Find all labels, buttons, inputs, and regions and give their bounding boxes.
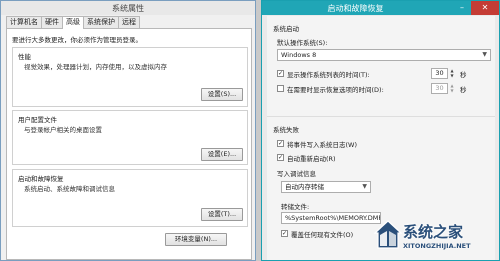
system-failure-heading: 系统失败 [273,126,299,134]
spinner-arrows-icon[interactable]: ▲ ▼ [449,68,455,79]
tab-bar: 计算机名 硬件 高级 系统保护 远程 [6,16,140,29]
show-os-list-label: 显示操作系统列表的时间(T): [287,71,370,79]
chevron-down-icon: ▼ [362,183,367,190]
minimize-icon[interactable]: – [453,1,471,15]
close-icon[interactable]: ✕ [471,1,499,15]
house-logo-icon [373,220,403,249]
startup-recovery-titlebar[interactable]: 启动和故障恢复 – ✕ [262,1,499,15]
debug-info-value: 自动内存转储 [285,183,324,191]
startup-recovery-desc: 系统启动、系统故障和调试信息 [24,185,115,193]
write-event-label: 将事件写入系统日志(W) [287,141,357,149]
environment-variables-button[interactable]: 环境变量(N)... [165,233,227,246]
debug-info-select[interactable]: 自动内存转储 ▼ [281,181,371,193]
spinner-arrows-icon[interactable]: ▲ ▼ [449,83,455,94]
performance-group: 性能 视觉效果，处理器计划，内存使用，以及虚拟内存 设置(S)... [12,47,248,107]
performance-title: 性能 [18,53,31,61]
watermark-url: XITONGZHIJIA.NET [403,242,471,250]
chevron-down-icon: ▼ [482,51,487,58]
user-profiles-settings-button[interactable]: 设置(E)... [201,148,243,161]
tab-remote[interactable]: 远程 [118,16,140,28]
startup-recovery-group: 启动和故障恢复 系统启动、系统故障和调试信息 设置(T)... [12,169,248,227]
show-recovery-seconds-input[interactable]: 30 [431,83,448,94]
site-watermark: 系统之家 XITONGZHIJIA.NET [365,211,500,261]
system-properties-window: 系统属性 计算机名 硬件 高级 系统保护 远程 要进行大多数更改，你必须作为管理… [0,0,256,261]
show-recovery-checkbox[interactable] [277,85,284,92]
seconds-unit-label: 秒 [460,71,467,79]
dump-file-label: 转储文件: [281,203,310,211]
user-profiles-title: 用户配置文件 [18,116,57,124]
default-os-select[interactable]: Windows 8 ▼ [277,49,491,61]
show-recovery-label: 在需要时显示恢复选项的时间(D): [287,86,384,94]
admin-notice: 要进行大多数更改，你必须作为管理员登录。 [12,36,142,44]
write-event-checkbox[interactable]: ✓ [277,140,284,147]
write-debug-label: 写入调试信息 [277,170,316,178]
startup-recovery-settings-button[interactable]: 设置(T)... [201,208,243,221]
tab-advanced[interactable]: 高级 [62,16,84,29]
startup-recovery-title: 启动和故障恢复 [18,175,64,183]
watermark-text: 系统之家 [403,223,464,241]
tab-hardware[interactable]: 硬件 [41,16,63,28]
default-os-value: Windows 8 [281,51,317,59]
advanced-tab-panel: 要进行大多数更改，你必须作为管理员登录。 性能 视觉效果，处理器计划，内存使用，… [6,28,252,260]
performance-settings-button[interactable]: 设置(S)... [201,88,243,101]
system-startup-heading: 系统启动 [273,25,299,33]
seconds-unit-label: 秒 [460,86,467,94]
system-properties-title: 系统属性 [112,4,144,13]
system-properties-titlebar[interactable]: 系统属性 [1,1,255,15]
auto-restart-checkbox[interactable]: ✓ [277,154,284,161]
startup-recovery-window-title: 启动和故障恢复 [327,4,384,13]
performance-desc: 视觉效果，处理器计划，内存使用，以及虚拟内存 [24,63,167,71]
show-os-list-checkbox[interactable]: ✓ [277,70,284,77]
section-divider [267,116,495,117]
overwrite-label: 覆盖任何现有文件(O) [291,231,354,239]
overwrite-checkbox[interactable]: ✓ [281,230,288,237]
user-profiles-desc: 与登录帐户相关的桌面设置 [24,126,102,134]
tab-computer-name[interactable]: 计算机名 [6,16,42,28]
tab-system-protection[interactable]: 系统保护 [83,16,119,28]
user-profiles-group: 用户配置文件 与登录帐户相关的桌面设置 设置(E)... [12,110,248,165]
show-os-list-seconds-input[interactable]: 30 [431,68,448,79]
auto-restart-label: 自动重新启动(R) [287,155,336,163]
default-os-label: 默认操作系统(S): [277,39,328,47]
